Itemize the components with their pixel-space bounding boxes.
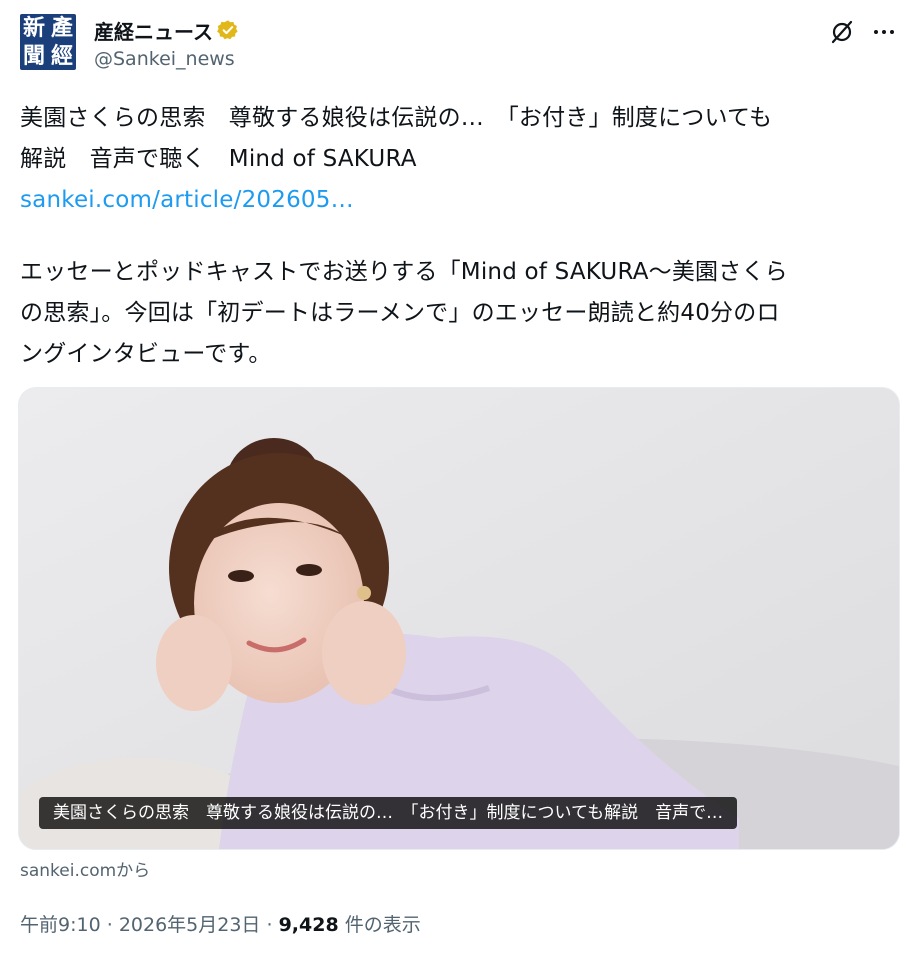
meta-separator: · [266, 914, 273, 936]
view-label: 件の表示 [344, 914, 421, 936]
article-photo [19, 388, 899, 849]
handle[interactable]: @Sankei_news [94, 48, 239, 70]
account-names: 産経ニュース @Sankei_news [94, 16, 239, 70]
more-dot [874, 30, 878, 34]
display-name-row[interactable]: 産経ニュース [94, 16, 239, 44]
more-icon[interactable] [870, 18, 898, 46]
view-count: 9,428 [278, 914, 339, 936]
more-dot [882, 30, 886, 34]
avatar-glyph: 新 [22, 15, 45, 41]
more-dot [890, 30, 894, 34]
meta-separator: · [106, 914, 113, 936]
card-caption: 美園さくらの思索 尊敬する娘役は伝説の… 「お付き」制度についても解説 音声で… [39, 797, 738, 829]
link-card[interactable]: 美園さくらの思索 尊敬する娘役は伝説の… 「お付き」制度についても解説 音声で… [18, 387, 900, 850]
avatar[interactable]: 新 產 聞 經 [20, 14, 76, 70]
tweet-time[interactable]: 午前9:10 [20, 914, 101, 936]
verified-badge-icon [217, 20, 238, 40]
article-link[interactable]: sankei.com/article/202605… [20, 187, 354, 213]
display-name[interactable]: 産経ニュース [94, 16, 213, 45]
tweet-headline: 美園さくらの思索 尊敬する娘役は伝説の… 「お付き」制度についても 解説 音声で… [20, 105, 773, 172]
grok-icon[interactable] [828, 18, 856, 46]
avatar-glyph: 聞 [22, 43, 45, 69]
card-source[interactable]: sankei.comから [20, 856, 150, 881]
avatar-glyph: 經 [50, 43, 73, 69]
tweet-paragraph: エッセーとポッドキャストでお送りする「Mind of SAKURA～美園さくら … [20, 259, 788, 367]
tweet-header: 新 產 聞 經 産経ニュース @Sankei_news [20, 14, 900, 74]
tweet-text: 美園さくらの思索 尊敬する娘役は伝説の… 「お付き」制度についても 解説 音声で… [20, 98, 900, 221]
tweet-meta: 午前9:10 · 2026年5月23日 · 9,428 件の表示 [20, 910, 421, 937]
tweet-date[interactable]: 2026年5月23日 [119, 914, 261, 936]
avatar-glyph: 產 [50, 15, 73, 41]
